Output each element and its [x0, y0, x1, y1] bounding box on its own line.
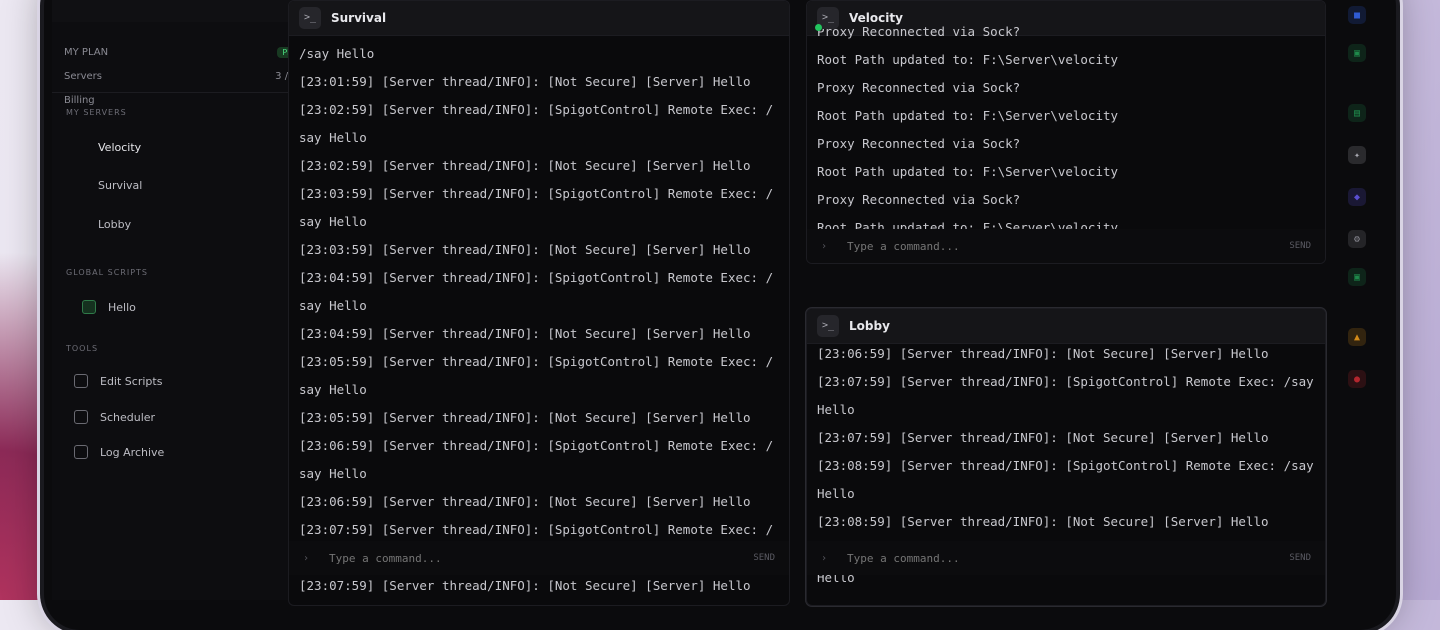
right-toolbar: ■ ▣ ▤ ✦ ◆ ⚙ ▣ ▲ ●: [1336, 0, 1380, 600]
log-line: [23:04:59] [Server thread/INFO]: [Spigot…: [299, 270, 774, 313]
tool-item-log-archive[interactable]: Log Archive: [74, 441, 304, 463]
log-line: Root Path updated to: F:\Server\velocity: [817, 108, 1119, 123]
billing-link[interactable]: Billing: [64, 95, 95, 106]
panel-title: Lobby: [849, 319, 890, 333]
script-label: Hello: [108, 300, 136, 314]
backup-icon[interactable]: ▣: [1348, 268, 1366, 286]
files-icon[interactable]: ▤: [1348, 104, 1366, 122]
script-icon: [82, 300, 96, 314]
console-log: Proxy Reconnected via Sock? Root Path upd…: [807, 14, 1325, 242]
power-icon[interactable]: ●: [1348, 370, 1366, 388]
tool-label: Edit Scripts: [100, 374, 163, 388]
log-line: [23:02:59] [Server thread/INFO]: [Not Se…: [299, 158, 751, 173]
terminal-icon: >_: [817, 315, 839, 337]
command-input[interactable]: [845, 550, 1290, 566]
log-line: Proxy Reconnected via Sock?: [817, 136, 1021, 151]
log-line: [23:02:59] [Server thread/INFO]: [Spigot…: [299, 102, 774, 145]
servers-count-label: Servers: [64, 70, 103, 82]
plan-row: MY PLAN PRO: [64, 40, 304, 64]
server-label: Velocity: [98, 140, 142, 154]
servers-count-row: Servers 3 / 10: [64, 64, 304, 88]
log-line: Root Path updated to: F:\Server\velocity: [817, 164, 1119, 179]
log-line: [23:05:59] [Server thread/INFO]: [Spigot…: [299, 354, 774, 397]
send-button[interactable]: SEND: [1289, 241, 1311, 251]
panel-header: >_ Survival: [289, 1, 789, 36]
plan-label: MY PLAN: [64, 46, 109, 58]
plugins-icon[interactable]: ✦: [1348, 146, 1366, 164]
sidebar-item-lobby[interactable]: Lobby: [98, 212, 304, 236]
tools-header: TOOLS: [66, 344, 304, 353]
tool-item-scheduler[interactable]: Scheduler: [74, 406, 304, 428]
log-line: [23:03:59] [Server thread/INFO]: [Spigot…: [299, 186, 774, 229]
command-input[interactable]: [845, 238, 1290, 254]
log-line: Proxy Reconnected via Sock?: [817, 24, 1021, 39]
log-line: Proxy Reconnected via Sock?: [817, 80, 1021, 95]
command-input[interactable]: [327, 550, 754, 566]
panel-title: Survival: [331, 11, 387, 25]
log-line: [23:08:59] [Server thread/INFO]: [Spigot…: [817, 458, 1322, 501]
terminal-icon: >_: [299, 7, 321, 29]
terminal-icon: >_: [815, 7, 839, 31]
edit-icon: [74, 374, 88, 388]
sidebar-item-velocity[interactable]: Velocity: [98, 135, 304, 159]
tool-item-edit-scripts[interactable]: Edit Scripts: [74, 370, 304, 392]
sidebar-header: >_: [52, 0, 314, 22]
log-line: [23:04:59] [Server thread/INFO]: [Not Se…: [299, 326, 751, 341]
console-panel-velocity: >_ Velocity Proxy Reconnected via Sock? R…: [806, 0, 1326, 264]
panel-header: >_ Lobby: [807, 309, 1325, 344]
send-button[interactable]: SEND: [1289, 553, 1311, 563]
command-bar: › SEND: [807, 229, 1325, 263]
log-line: [23:06:59] [Server thread/INFO]: [Spigot…: [299, 438, 774, 481]
my-servers-header: MY SERVERS +: [66, 108, 304, 117]
global-scripts-header: GLOBAL SCRIPTS +: [66, 268, 304, 277]
log-line: [23:06:59] [Server thread/INFO]: [Not Se…: [817, 346, 1269, 361]
tool-label: Scheduler: [100, 410, 156, 424]
dashboard-icon[interactable]: ■: [1348, 6, 1366, 24]
command-bar: › SEND: [807, 541, 1325, 575]
settings-icon[interactable]: ⚙: [1348, 230, 1366, 248]
log-line: [23:03:59] [Server thread/INFO]: [Not Se…: [299, 242, 751, 257]
clock-icon: [74, 410, 88, 424]
server-label: Survival: [98, 178, 143, 192]
server-label: Lobby: [98, 217, 132, 231]
log-line: Root Path updated to: F:\Server\velocity: [817, 52, 1119, 67]
log-line: [23:07:59] [Server thread/INFO]: [Not Se…: [299, 578, 751, 593]
global-scripts-title: GLOBAL SCRIPTS: [66, 268, 148, 277]
my-servers-title: MY SERVERS: [66, 108, 127, 117]
log-line: [23:01:59] [Server thread/INFO]: [Not Se…: [299, 74, 751, 89]
plan-info: MY PLAN PRO Servers 3 / 10 Billing: [64, 40, 304, 112]
log-line: [23:05:59] [Server thread/INFO]: [Not Se…: [299, 410, 751, 425]
log-line: [23:06:59] [Server thread/INFO]: [Not Se…: [299, 494, 751, 509]
tool-label: Log Archive: [100, 445, 165, 459]
prompt-chevron-icon: ›: [821, 552, 828, 564]
online-status-icon: [815, 24, 822, 31]
console-panel-survival: >_ Survival /say Hello [23:01:59] [Server…: [288, 0, 790, 606]
sidebar-item-survival[interactable]: Survival: [98, 173, 304, 197]
log-line: /say Hello: [299, 46, 375, 61]
sidebar: >_ MY PLAN PRO Servers 3 / 10 Billing MY…: [52, 0, 315, 600]
tools-title: TOOLS: [66, 344, 99, 353]
warning-icon[interactable]: ▲: [1348, 328, 1366, 346]
users-icon[interactable]: ◆: [1348, 188, 1366, 206]
log-line: [23:08:59] [Server thread/INFO]: [Not Se…: [817, 514, 1269, 529]
console-log: /say Hello [23:01:59] [Server thread/INFO…: [289, 36, 789, 600]
app-window: >_ MY PLAN PRO Servers 3 / 10 Billing MY…: [44, 0, 1396, 630]
log-line: [23:07:59] [Server thread/INFO]: [Not Se…: [817, 430, 1269, 445]
command-bar: › SEND: [289, 541, 789, 575]
send-button[interactable]: SEND: [753, 553, 775, 563]
log-line: [23:07:59] [Server thread/INFO]: [Spigot…: [817, 374, 1322, 417]
log-line: Proxy Reconnected via Sock?: [817, 192, 1021, 207]
archive-icon: [74, 445, 88, 459]
sidebar-divider: [52, 92, 314, 93]
prompt-chevron-icon: ›: [303, 552, 310, 564]
console-panel-lobby: >_ Lobby [23:06:59] [Server thread/INFO]…: [806, 308, 1326, 606]
script-item-hello[interactable]: Hello: [82, 296, 312, 318]
terminal-icon[interactable]: ▣: [1348, 44, 1366, 62]
prompt-chevron-icon: ›: [821, 240, 828, 252]
